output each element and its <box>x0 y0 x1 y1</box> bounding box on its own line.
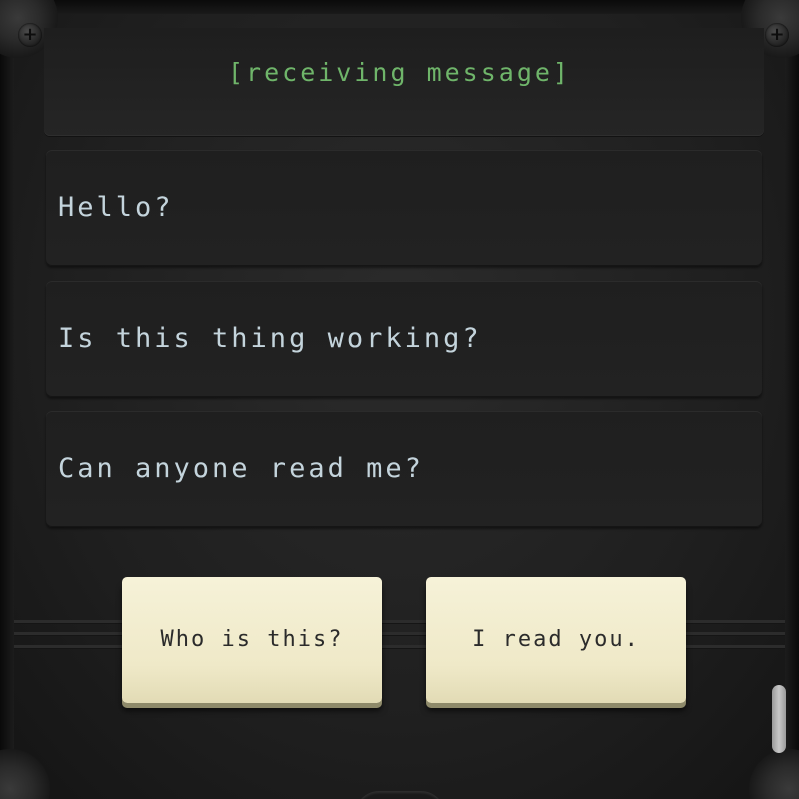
message-card: Hello? <box>46 150 762 266</box>
plus-screw-icon: + <box>765 23 789 47</box>
message-card: Is this thing working? <box>46 281 762 397</box>
game-screen: + + [receiving message] Hello? Is this t… <box>0 0 799 799</box>
choice-button-i-read-you[interactable]: I read you. <box>426 577 686 703</box>
right-bezel <box>785 0 799 799</box>
choice-label: Who is this? <box>160 627 344 652</box>
message-text: Can anyone read me? <box>58 453 424 484</box>
corner-bracket-bottom-left <box>0 749 50 799</box>
bottom-notch <box>355 791 445 799</box>
corner-bracket-bottom-right <box>749 749 799 799</box>
plus-screw-icon: + <box>18 23 42 47</box>
choice-button-who-is-this[interactable]: Who is this? <box>122 577 382 703</box>
scrollbar-thumb[interactable] <box>772 685 786 753</box>
message-text: Is this thing working? <box>58 323 482 354</box>
message-text: Hello? <box>58 192 174 223</box>
choice-label: I read you. <box>472 627 640 652</box>
receiving-message-title: [receiving message] <box>228 58 571 87</box>
top-bezel <box>0 0 799 14</box>
message-card: Can anyone read me? <box>46 411 762 527</box>
left-bezel <box>0 0 14 799</box>
